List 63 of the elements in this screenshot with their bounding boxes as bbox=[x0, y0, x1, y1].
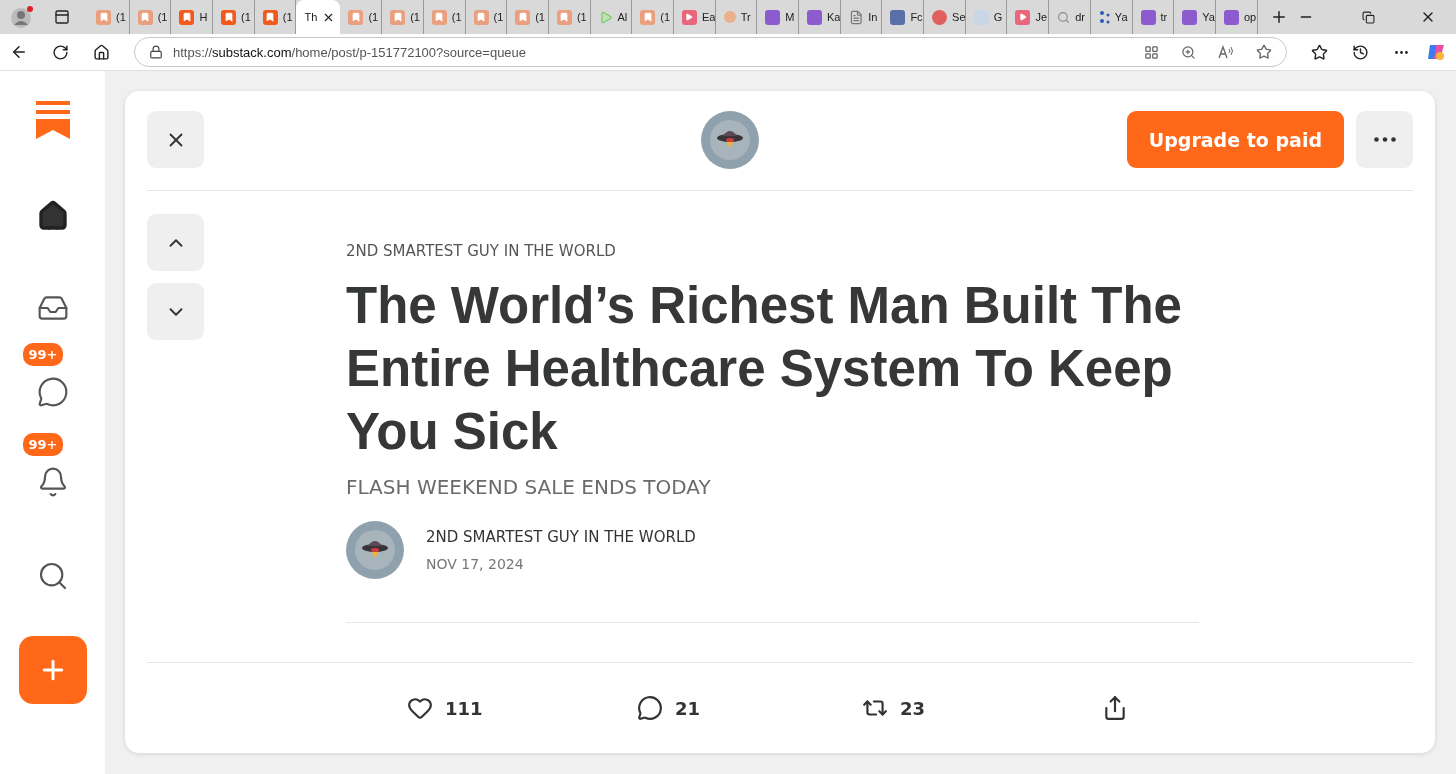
play-icon bbox=[598, 9, 613, 25]
square-icon bbox=[765, 9, 781, 25]
comment-button[interactable]: 21 bbox=[637, 695, 862, 721]
chat-icon bbox=[36, 376, 69, 408]
square-icon bbox=[1140, 9, 1156, 25]
video-icon bbox=[1015, 9, 1031, 25]
post-subtitle: FLASH WEEKEND SALE ENDS TODAY bbox=[346, 475, 712, 499]
publication-name[interactable]: 2ND SMARTEST GUY IN THE WORLD bbox=[346, 242, 1199, 260]
video-icon bbox=[681, 9, 697, 25]
search-icon bbox=[1057, 10, 1071, 24]
bookmark-icon bbox=[221, 9, 237, 25]
avatar-image bbox=[346, 521, 404, 579]
compose-button[interactable] bbox=[18, 636, 87, 704]
zoom-icon[interactable] bbox=[1181, 44, 1196, 60]
read-aloud-icon[interactable] bbox=[1218, 45, 1234, 59]
bookmark-icon bbox=[515, 9, 531, 25]
count-badge: 99+ bbox=[20, 341, 66, 368]
heart-icon bbox=[407, 695, 433, 721]
bookmark-icon bbox=[179, 9, 195, 25]
home-icon[interactable] bbox=[93, 43, 110, 61]
count-badge: 99+ bbox=[20, 431, 66, 458]
like-button[interactable]: 111 bbox=[407, 695, 637, 721]
lock-icon bbox=[149, 45, 163, 59]
page-icon bbox=[848, 9, 864, 25]
apps-icon[interactable] bbox=[1144, 44, 1159, 60]
bookmark-icon bbox=[431, 9, 447, 25]
post-date: NOV 17, 2024 bbox=[426, 556, 525, 572]
tab-actions-icon[interactable] bbox=[54, 9, 70, 25]
square-icon bbox=[807, 9, 822, 25]
copilot-icon[interactable] bbox=[1426, 42, 1446, 62]
logo-icon[interactable] bbox=[35, 101, 70, 139]
bookmark-icon bbox=[96, 9, 111, 25]
author-name[interactable]: 2ND SMARTEST GUY IN THE WORLD bbox=[426, 528, 696, 546]
profile-icon[interactable] bbox=[10, 5, 34, 29]
bookmark-icon bbox=[556, 9, 572, 25]
bookmark-icon bbox=[473, 9, 489, 25]
share-icon bbox=[1102, 695, 1128, 721]
bookmark-icon bbox=[262, 9, 278, 25]
bookmark-icon bbox=[137, 9, 153, 25]
circle-icon bbox=[932, 9, 948, 25]
bookmark-icon bbox=[640, 9, 656, 25]
post-title: The World’s Richest Man Built The Entire Healthcare System To Keep You Sick bbox=[346, 276, 1183, 462]
bookmark-icon bbox=[348, 9, 364, 25]
browser-tab[interactable]: Th bbox=[296, 0, 341, 34]
restack-button[interactable]: 23 bbox=[862, 695, 1102, 721]
favorites-icon[interactable] bbox=[1311, 43, 1328, 61]
history-icon[interactable] bbox=[1352, 43, 1369, 61]
square-icon bbox=[1182, 9, 1198, 25]
favorite-icon[interactable] bbox=[1256, 44, 1272, 60]
reload-icon[interactable] bbox=[52, 43, 69, 61]
more-icon bbox=[1373, 137, 1396, 142]
avatar-image bbox=[701, 110, 760, 169]
square-icon bbox=[1223, 9, 1239, 25]
bookmark-icon bbox=[390, 9, 406, 25]
home-icon bbox=[36, 200, 69, 232]
comment-icon bbox=[637, 695, 663, 721]
dot-icon bbox=[723, 11, 736, 23]
restore-icon[interactable] bbox=[1362, 10, 1375, 24]
square-icon bbox=[890, 9, 906, 25]
back-icon[interactable] bbox=[10, 43, 28, 61]
share-button[interactable] bbox=[1102, 695, 1128, 721]
dots-icon bbox=[1098, 10, 1110, 24]
close-button[interactable] bbox=[147, 111, 204, 168]
